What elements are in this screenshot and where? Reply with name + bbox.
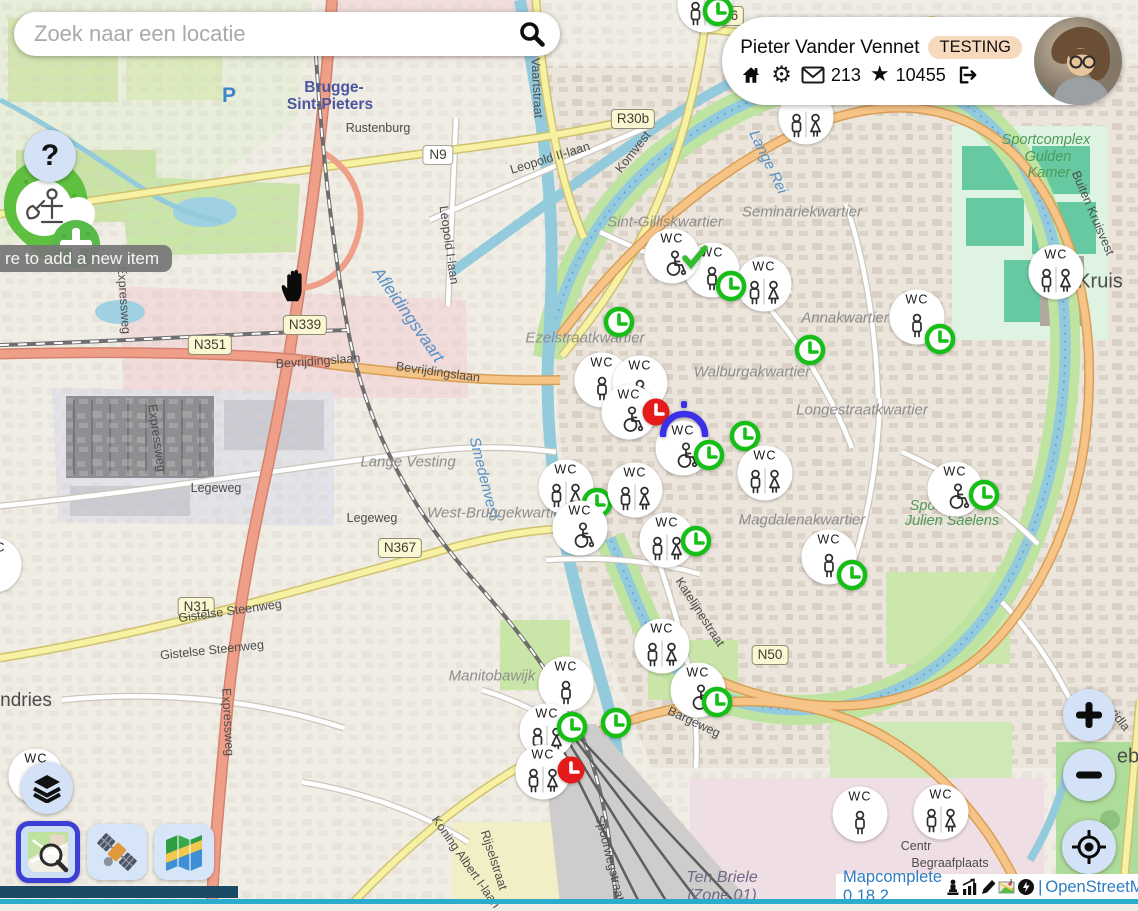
svg-text:WC: WC bbox=[943, 465, 966, 479]
hand-cursor-icon bbox=[277, 266, 311, 304]
svg-text:WC: WC bbox=[752, 260, 775, 274]
add-item-tooltip: re to add a new item bbox=[0, 245, 172, 272]
svg-text:WC: WC bbox=[650, 622, 673, 636]
map-marker-toilet-wheelchair[interactable]: WC bbox=[551, 499, 609, 557]
opening-hours-open-badge[interactable] bbox=[701, 0, 735, 28]
opening-hours-open-badge[interactable] bbox=[967, 478, 1001, 512]
user-panel: Pieter Vander Vennet TESTING ⚙ 213 ★ 104… bbox=[722, 17, 1122, 105]
minus-icon bbox=[1075, 761, 1103, 789]
svg-text:WC: WC bbox=[568, 504, 591, 518]
zoom-in-button[interactable] bbox=[1063, 689, 1115, 741]
opening-hours-open-badge[interactable] bbox=[679, 524, 713, 558]
search-bar[interactable] bbox=[14, 12, 560, 56]
logout-icon[interactable] bbox=[955, 64, 978, 86]
search-icon[interactable] bbox=[518, 20, 546, 48]
svg-text:WC: WC bbox=[817, 533, 840, 547]
background-style-picker bbox=[16, 821, 214, 883]
folded-map-icon bbox=[162, 830, 206, 874]
opening-hours-open-badge[interactable] bbox=[692, 438, 726, 472]
svg-text:WC: WC bbox=[905, 293, 928, 307]
statue-icon[interactable] bbox=[945, 878, 961, 896]
opening-hours-closed-badge[interactable] bbox=[554, 753, 588, 787]
opening-hours-open-badge[interactable] bbox=[835, 558, 869, 592]
messages-count: 213 bbox=[831, 65, 861, 86]
map-canvas[interactable]: Brugge-Sint-PietersPRustenburgVaartstraa… bbox=[0, 0, 1138, 904]
star-icon: ★ bbox=[870, 65, 890, 85]
layers-icon bbox=[32, 773, 62, 803]
attribution-icons bbox=[945, 878, 1035, 896]
opening-hours-open-badge[interactable] bbox=[793, 333, 827, 367]
social-icon[interactable] bbox=[1017, 878, 1035, 896]
style-satellite-button[interactable] bbox=[87, 824, 147, 880]
opening-hours-open-badge[interactable] bbox=[599, 706, 633, 740]
edit-pencil-icon[interactable] bbox=[980, 878, 997, 896]
stars-count: 10455 bbox=[896, 65, 946, 86]
home-icon[interactable] bbox=[740, 64, 762, 86]
openstreetmap-link[interactable]: OpenStreetMap bbox=[1045, 878, 1138, 897]
selected-marker-arc bbox=[656, 401, 712, 437]
svg-text:WC: WC bbox=[554, 463, 577, 477]
testing-badge: TESTING bbox=[928, 36, 1022, 59]
statistics-icon[interactable] bbox=[962, 878, 979, 896]
opening-hours-open-badge[interactable] bbox=[714, 269, 748, 303]
attribution-divider: | bbox=[1038, 878, 1042, 897]
attribution-bar: Mapcomplete 0.18.2 | OpenStreetMap bbox=[836, 874, 1138, 900]
zoom-out-button[interactable] bbox=[1063, 749, 1115, 801]
svg-text:WC: WC bbox=[0, 541, 6, 555]
geolocate-button[interactable] bbox=[1062, 820, 1116, 874]
map-marker-toilet[interactable]: WC bbox=[0, 536, 23, 594]
style-carto-map-button[interactable] bbox=[154, 824, 214, 880]
opening-hours-open-badge[interactable] bbox=[602, 305, 636, 339]
confirmed-check-icon bbox=[679, 242, 709, 272]
crosshair-icon bbox=[1072, 830, 1106, 864]
map-marker-toilet[interactable]: WC bbox=[831, 785, 889, 843]
theme-map-icon[interactable] bbox=[998, 878, 1016, 896]
help-button[interactable]: ? bbox=[24, 130, 76, 182]
layers-button[interactable] bbox=[21, 762, 73, 814]
svg-text:WC: WC bbox=[1044, 248, 1067, 262]
search-input[interactable] bbox=[32, 20, 518, 48]
envelope-icon[interactable] bbox=[801, 65, 825, 85]
svg-text:WC: WC bbox=[531, 748, 554, 762]
opening-hours-open-badge[interactable] bbox=[555, 710, 589, 744]
satellite-icon bbox=[94, 829, 140, 875]
map-marker-toilet[interactable]: WC bbox=[736, 444, 794, 502]
map-marker-toilet[interactable]: WC bbox=[912, 783, 970, 841]
help-label: ? bbox=[41, 139, 59, 173]
svg-text:WC: WC bbox=[623, 466, 646, 480]
svg-text:WC: WC bbox=[929, 788, 952, 802]
svg-text:WC: WC bbox=[617, 388, 640, 402]
avatar[interactable] bbox=[1034, 17, 1122, 105]
gear-icon[interactable]: ⚙ bbox=[771, 65, 792, 85]
opening-hours-open-badge[interactable] bbox=[700, 685, 734, 719]
svg-text:WC: WC bbox=[848, 790, 871, 804]
svg-text:WC: WC bbox=[686, 666, 709, 680]
bottom-accent-bar bbox=[0, 899, 1138, 904]
svg-text:WC: WC bbox=[655, 516, 678, 530]
plus-icon bbox=[1075, 701, 1103, 729]
osm-map-icon bbox=[26, 830, 70, 874]
map-marker-toilet[interactable]: WC bbox=[1027, 243, 1085, 301]
svg-text:WC: WC bbox=[554, 660, 577, 674]
svg-text:WC: WC bbox=[628, 359, 651, 373]
opening-hours-open-badge[interactable] bbox=[923, 322, 957, 356]
style-osm-button[interactable] bbox=[16, 821, 80, 883]
user-name[interactable]: Pieter Vander Vennet bbox=[740, 37, 919, 59]
svg-text:WC: WC bbox=[753, 449, 776, 463]
